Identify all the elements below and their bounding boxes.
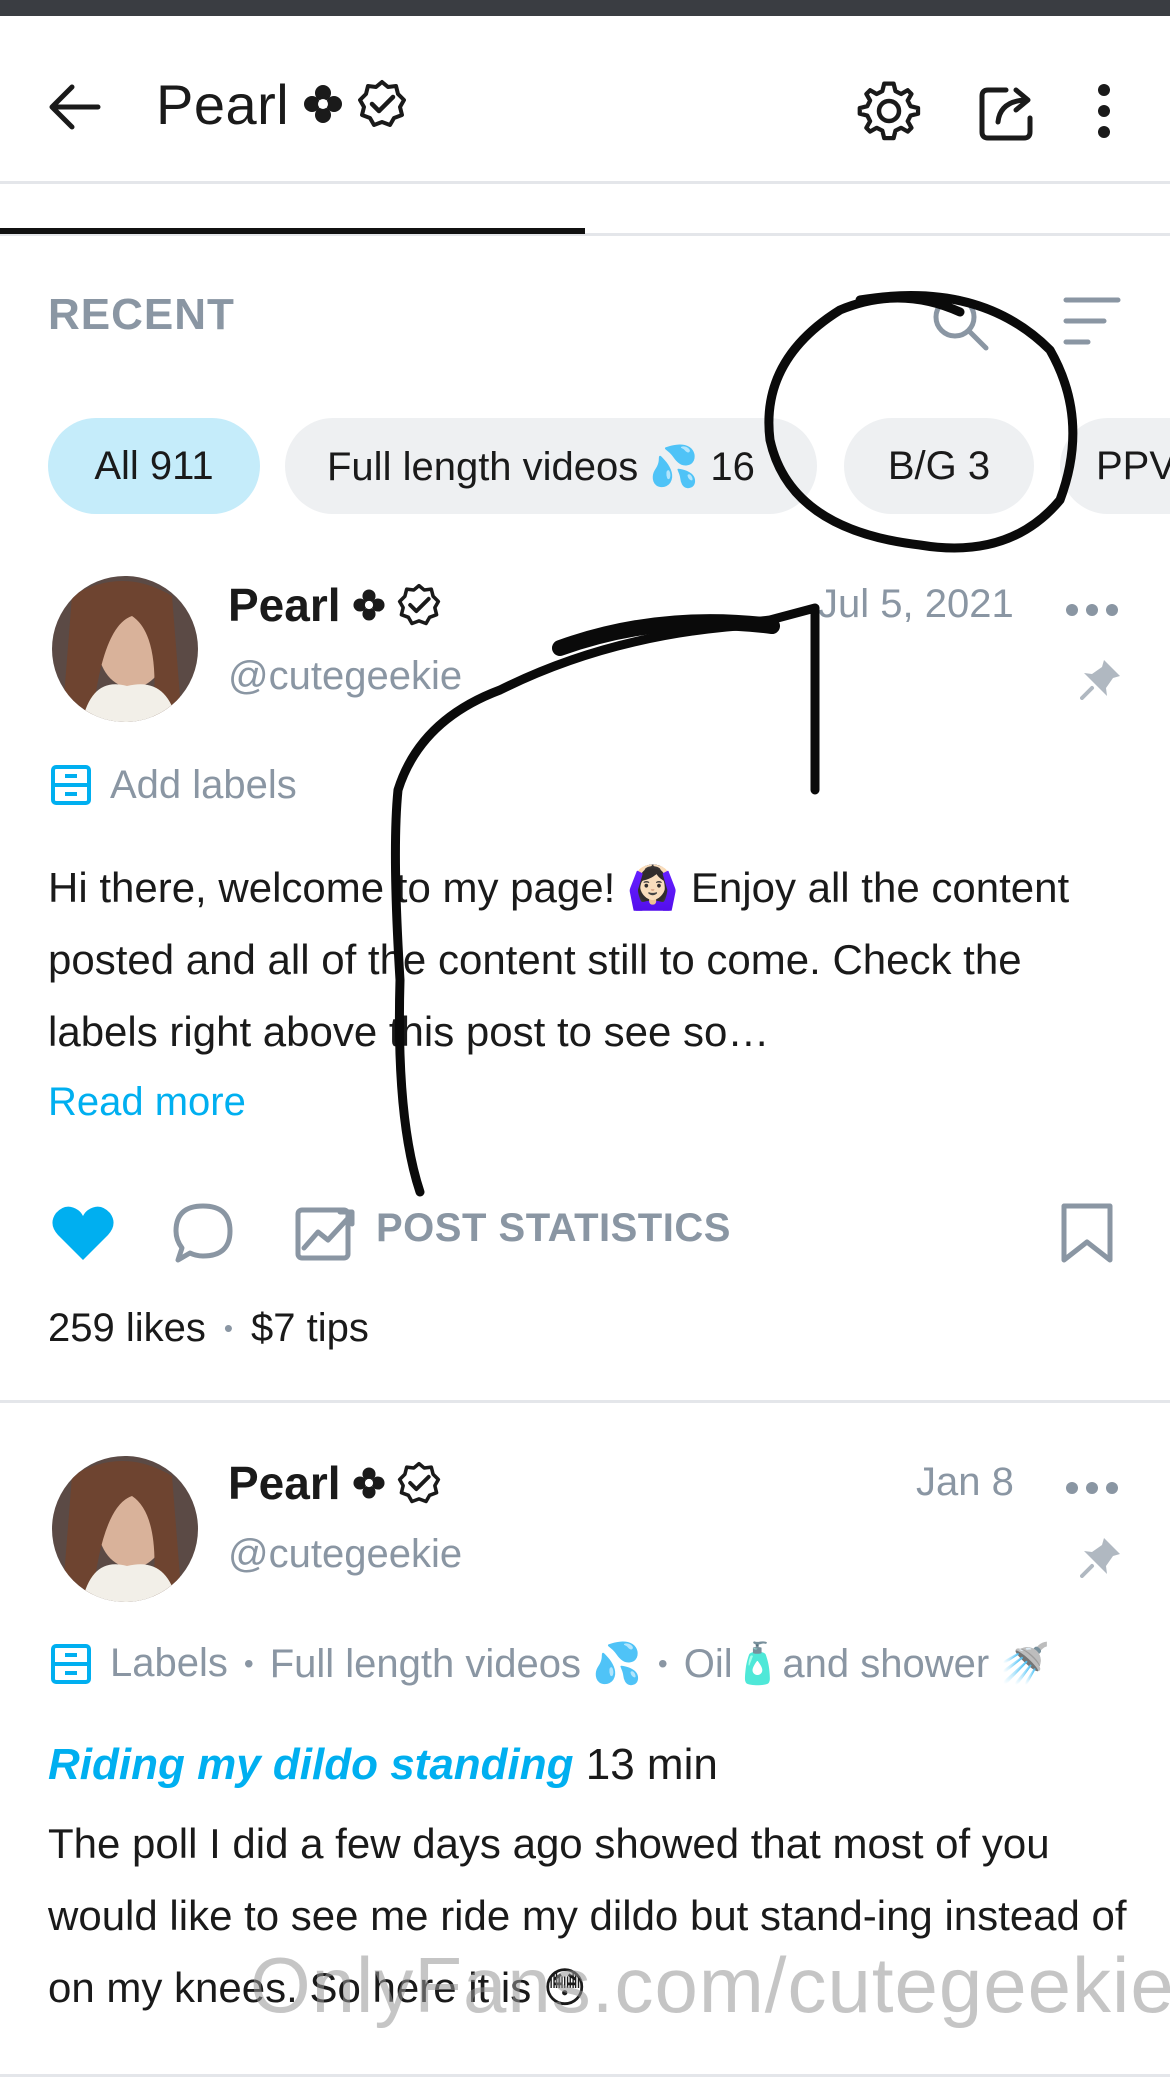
read-more-link[interactable]: Read more <box>48 1080 246 1125</box>
chip-all[interactable]: All 911 <box>48 418 260 514</box>
tips-amount: $7 tips <box>250 1306 369 1350</box>
profile-title: Pearl <box>156 64 407 144</box>
chip-ppv[interactable]: PPV <box>1060 418 1170 514</box>
section-title: RECENT <box>48 290 235 339</box>
post-author[interactable]: Pearl <box>228 578 441 632</box>
likes-count[interactable]: 259 likes <box>48 1306 206 1351</box>
add-labels-link[interactable]: Add labels <box>110 763 297 808</box>
post-divider <box>0 2074 1170 2077</box>
label-tag[interactable]: Full length videos 💦 <box>270 1640 642 1687</box>
post-body: Hi there, welcome to my page! 🙆🏻‍♀️ Enjo… <box>48 864 1070 1055</box>
separator-dot: • <box>243 1647 254 1679</box>
sort-icon[interactable] <box>1060 292 1124 350</box>
avatar[interactable] <box>52 1456 198 1602</box>
more-vertical-icon[interactable] <box>1076 78 1132 144</box>
more-horizontal-icon[interactable] <box>1064 1478 1120 1498</box>
post-date: Jul 5, 2021 <box>818 582 1014 626</box>
verified-icon <box>397 583 440 626</box>
author-handle[interactable]: @cutegeekie <box>228 1532 462 1577</box>
flower-icon <box>352 1467 385 1499</box>
back-arrow-icon[interactable] <box>42 74 108 140</box>
author-name: Pearl <box>228 1457 341 1509</box>
post-author[interactable]: Pearl <box>228 1456 441 1510</box>
tab-posts-active-indicator[interactable] <box>0 228 585 234</box>
chip-full-length-videos[interactable]: Full length videos 💦 16 <box>285 418 817 514</box>
video-duration: 13 min <box>585 1740 718 1789</box>
post-date: Jan 8 <box>916 1460 1014 1504</box>
comment-icon[interactable] <box>170 1200 236 1266</box>
top-header: Pearl <box>0 16 1170 184</box>
likes-tips-row: 259 likes • $7 tips <box>48 1306 369 1351</box>
verified-icon <box>358 80 407 127</box>
labels-row: Labels • Full length videos 💦 • Oil🧴and … <box>48 1640 1050 1687</box>
label-tag[interactable]: Oil🧴and shower 🚿 <box>684 1640 1050 1687</box>
pin-icon <box>1080 660 1120 700</box>
search-icon[interactable] <box>928 290 992 354</box>
labels-heading: Labels <box>110 1641 228 1685</box>
verified-icon <box>397 1461 440 1504</box>
profile-tabs <box>0 184 1170 236</box>
label-icon <box>51 765 91 805</box>
bookmark-icon[interactable] <box>1054 1200 1120 1266</box>
more-horizontal-icon[interactable] <box>1064 600 1120 620</box>
labels-row[interactable]: Add labels <box>48 762 297 808</box>
share-icon[interactable] <box>976 78 1042 144</box>
separator-dot: • <box>657 1647 668 1679</box>
heart-icon[interactable] <box>50 1200 116 1266</box>
gear-icon[interactable] <box>856 78 922 144</box>
post-title[interactable]: Riding my dildo standing <box>48 1740 574 1789</box>
label-icon <box>51 1643 91 1684</box>
post-title-row: Riding my dildo standing 13 min <box>48 1740 718 1790</box>
author-handle[interactable]: @cutegeekie <box>228 654 462 699</box>
flower-icon <box>304 85 343 123</box>
page-title: Pearl <box>156 72 290 136</box>
flower-icon <box>352 589 385 621</box>
chip-bg[interactable]: B/G 3 <box>844 418 1034 514</box>
avatar[interactable] <box>52 576 198 722</box>
separator-dot: • <box>223 1313 233 1343</box>
post-statistics-button[interactable]: POST STATISTICS <box>376 1206 731 1251</box>
post-divider <box>0 1400 1170 1403</box>
post-actions: POST STATISTICS <box>0 1192 1170 1272</box>
post-statistics-icon[interactable] <box>292 1200 358 1266</box>
author-name: Pearl <box>228 579 341 631</box>
label-filter-chips: All 911 Full length videos 💦 16 B/G 3 PP… <box>48 418 1170 514</box>
watermark: OnlyFans.com/cutegeekie <box>250 1941 1170 2029</box>
pin-icon <box>1080 1538 1120 1578</box>
status-bar <box>0 0 1170 16</box>
